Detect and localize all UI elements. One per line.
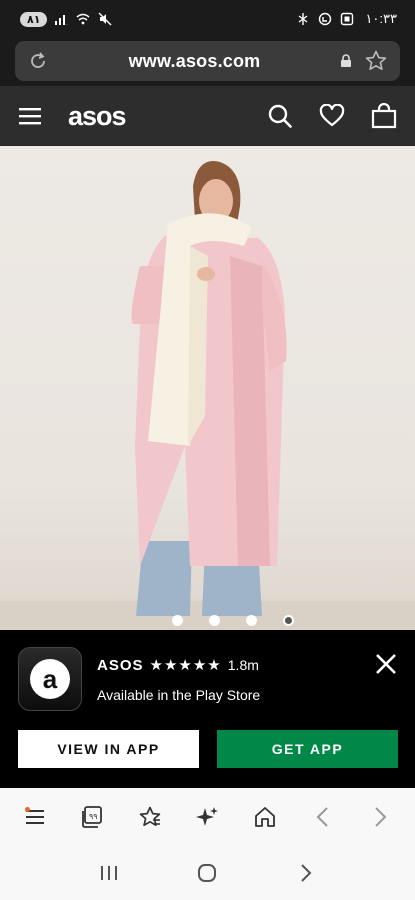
- signal-icon: ..: [53, 11, 69, 27]
- screenshot-icon: [339, 11, 355, 27]
- wifi-icon: [75, 11, 91, 27]
- bluetooth-icon: [295, 11, 311, 27]
- rating-stars: ★★★★★: [149, 657, 222, 674]
- forward-button[interactable]: [360, 797, 400, 837]
- home-button[interactable]: [245, 797, 285, 837]
- carousel-dot[interactable]: [208, 615, 220, 626]
- rating-count: 1.8m: [227, 657, 259, 673]
- svg-text:..: ..: [66, 21, 68, 26]
- heart-icon[interactable]: [319, 104, 345, 128]
- recents-icon: [101, 866, 118, 880]
- asos-a-logo-icon: a: [30, 659, 70, 699]
- product-photo: [0, 161, 415, 630]
- app-info-row: ASOS ★★★★★ 1.8m: [97, 656, 259, 675]
- search-icon[interactable]: [267, 103, 293, 129]
- system-back-button[interactable]: [286, 853, 326, 893]
- browser-toolbar: ۹۹: [0, 788, 415, 846]
- tabs-icon: ۹۹: [82, 806, 103, 828]
- app-name: ASOS: [97, 656, 144, 674]
- bookmarks-button[interactable]: [130, 797, 170, 837]
- back-icon: [316, 807, 328, 827]
- notification-dot: [24, 807, 30, 812]
- browser-menu-button[interactable]: [15, 797, 55, 837]
- mute-icon: [97, 11, 113, 27]
- url-actions: [340, 49, 388, 73]
- bag-icon[interactable]: [371, 103, 397, 129]
- browser-url-area: www.asos.com: [0, 38, 415, 86]
- tabs-button[interactable]: ۹۹: [72, 797, 112, 837]
- asos-logo[interactable]: asos: [68, 101, 127, 132]
- status-right: ۱۰:۳۳: [295, 11, 397, 27]
- carousel-dot[interactable]: [245, 615, 257, 626]
- system-home-button[interactable]: [187, 853, 227, 893]
- data-saver-icon: [317, 11, 333, 27]
- app-install-banner: a ASOS ★★★★★ 1.8m Available in the Play …: [0, 630, 415, 788]
- bookmark-star-icon: [139, 806, 161, 827]
- ai-assistant-button[interactable]: [187, 797, 227, 837]
- svg-text:۹۹: ۹۹: [89, 812, 98, 821]
- system-navigation-bar: [0, 846, 415, 900]
- home-circle-icon: [198, 864, 217, 882]
- ai-sparkle-icon: [196, 807, 219, 826]
- view-in-app-button[interactable]: VIEW IN APP: [18, 730, 199, 768]
- get-app-button[interactable]: GET APP: [217, 730, 398, 768]
- close-icon[interactable]: [375, 653, 397, 675]
- back-chevron-icon: [301, 864, 312, 882]
- app-store-subtitle: Available in the Play Store: [97, 687, 261, 703]
- home-icon: [255, 807, 275, 827]
- product-image-carousel[interactable]: [0, 146, 415, 630]
- status-left: ۸۱ ..: [20, 11, 113, 27]
- battery-indicator: ۸۱: [20, 11, 48, 27]
- asos-app-icon: a: [18, 647, 82, 711]
- url-text[interactable]: www.asos.com: [129, 51, 261, 72]
- recents-button[interactable]: [89, 853, 129, 893]
- address-bar[interactable]: www.asos.com: [15, 41, 400, 81]
- forward-icon: [375, 807, 387, 827]
- reload-icon[interactable]: [27, 50, 49, 72]
- header-actions: [267, 103, 397, 129]
- status-bar: ۸۱ .. ۱۰:۳۳: [0, 0, 415, 38]
- lock-icon[interactable]: [340, 54, 352, 68]
- carousel-dot[interactable]: [171, 615, 183, 626]
- carousel-dots: [0, 615, 415, 626]
- clock: ۱۰:۳۳: [365, 11, 397, 26]
- bookmark-star-icon[interactable]: [364, 49, 388, 73]
- back-button[interactable]: [303, 797, 343, 837]
- site-header: asos: [0, 86, 415, 146]
- carousel-dot-active[interactable]: [282, 615, 294, 626]
- menu-icon[interactable]: [18, 106, 42, 126]
